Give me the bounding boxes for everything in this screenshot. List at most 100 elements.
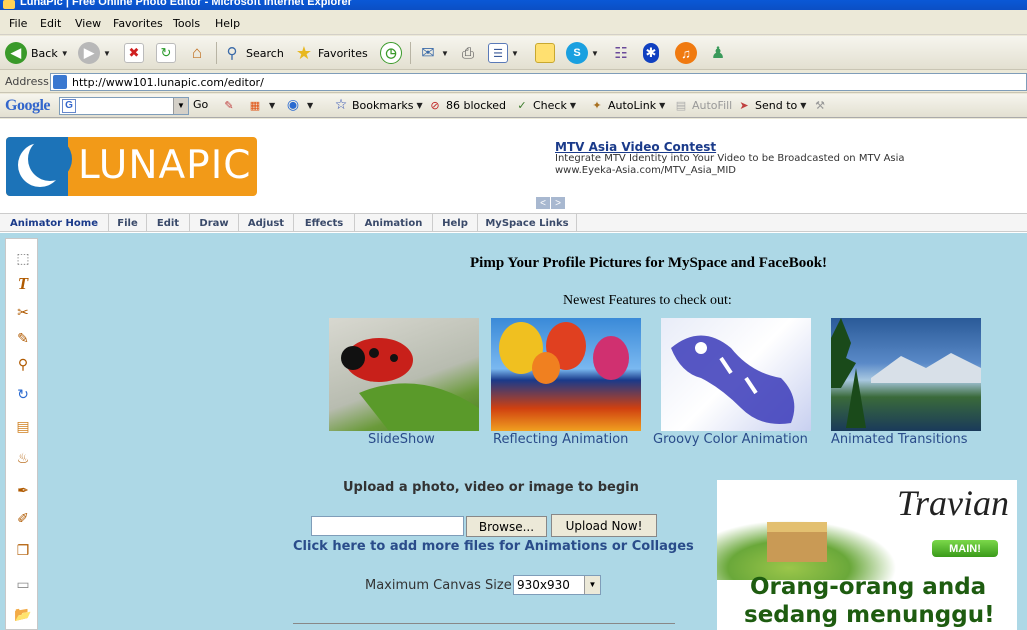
ad-next-icon[interactable]: >: [551, 197, 565, 209]
canvas-size-select[interactable]: 930x930 ▼: [513, 575, 601, 595]
brush-tool-icon[interactable]: ✐: [14, 509, 32, 527]
ad-title-link[interactable]: MTV Asia Video Contest: [555, 140, 716, 154]
ad-url[interactable]: www.Eyeka-Asia.com/MTV_Asia_MID: [555, 165, 736, 176]
file-path-input[interactable]: [311, 516, 464, 536]
reflecting-animation-thumbnail[interactable]: [491, 318, 641, 431]
media-button[interactable]: ♫: [675, 41, 697, 65]
forward-button[interactable]: ▶ ▼: [78, 41, 111, 65]
notes-button[interactable]: [535, 41, 555, 65]
eraser-tool-icon[interactable]: ▭: [14, 575, 32, 593]
stop-button[interactable]: ✖: [124, 41, 144, 65]
zoom-tool-icon[interactable]: ⚲: [14, 355, 32, 373]
search-button[interactable]: ⚲ Search: [222, 41, 284, 65]
chat-button[interactable]: ◉ ▼: [286, 97, 313, 113]
nav-draw[interactable]: Draw: [190, 214, 239, 232]
travian-main-button[interactable]: MAIN!: [932, 540, 998, 557]
google-search-input[interactable]: G ▼: [59, 97, 189, 115]
slideshow-thumbnail[interactable]: [329, 318, 479, 431]
refresh-icon: ↻: [156, 43, 176, 63]
skype-icon: S: [566, 42, 588, 64]
back-dropdown-icon[interactable]: ▼: [61, 49, 69, 58]
toolbar-separator: [410, 42, 411, 64]
autolink-dropdown-icon[interactable]: ▼: [659, 101, 665, 110]
nav-animation[interactable]: Animation: [355, 214, 433, 232]
add-more-files-link[interactable]: Click here to add more files for Animati…: [293, 539, 694, 554]
crop-tool-icon[interactable]: ▤: [14, 417, 32, 435]
bookmarks-button[interactable]: ☆ Bookmarks ▼: [334, 97, 423, 113]
home-button[interactable]: ⌂: [187, 41, 207, 65]
nav-help[interactable]: Help: [433, 214, 478, 232]
nav-effects[interactable]: Effects: [294, 214, 355, 232]
nav-animator-home[interactable]: Animator Home: [0, 214, 109, 232]
address-input[interactable]: http://www101.lunapic.com/editor/: [50, 73, 1027, 91]
autofill-button[interactable]: ▤ AutoFill: [674, 98, 732, 112]
menu-help[interactable]: Help: [215, 17, 240, 30]
forward-arrow-icon: ▶: [78, 42, 100, 64]
menu-edit[interactable]: Edit: [40, 17, 61, 30]
send-to-button[interactable]: ➤ Send to ▼: [737, 98, 806, 112]
edit-page-button[interactable]: ☰ ▼: [488, 41, 519, 65]
windows-button[interactable]: ▦ ▼: [248, 98, 275, 112]
autolink-button[interactable]: ✦ AutoLink ▼: [590, 98, 665, 112]
google-search-dropdown-icon[interactable]: ▼: [173, 98, 188, 114]
nav-edit[interactable]: Edit: [147, 214, 190, 232]
skype-dropdown-icon[interactable]: ▼: [591, 49, 599, 58]
travian-ad[interactable]: Travian MAIN! Orang-orang anda sedang me…: [717, 480, 1017, 630]
menu-file[interactable]: File: [9, 17, 27, 30]
canvas-size-dropdown-icon[interactable]: ▼: [584, 576, 600, 594]
slideshow-link[interactable]: SlideShow: [368, 432, 435, 447]
nav-file[interactable]: File: [109, 214, 147, 232]
news-button[interactable]: ✎: [222, 98, 240, 112]
address-url: http://www101.lunapic.com/editor/: [72, 76, 264, 89]
lunapic-logo[interactable]: LUNAPIC: [6, 137, 257, 196]
animated-transitions-link[interactable]: Animated Transitions: [831, 432, 968, 447]
edit-dropdown-icon[interactable]: ▼: [511, 49, 519, 58]
spell-check-button[interactable]: ✓ Check ▼: [515, 98, 576, 112]
ad-description: Integrate MTV Identity into Your Video t…: [555, 153, 905, 164]
wrench-icon: ⚒: [815, 98, 825, 112]
ad-prev-icon[interactable]: <: [536, 197, 550, 209]
menu-tools[interactable]: Tools: [173, 17, 200, 30]
groovy-color-animation-thumbnail[interactable]: [661, 318, 811, 431]
google-g-icon: G: [62, 99, 76, 113]
favorites-button[interactable]: ★ Favorites: [294, 41, 368, 65]
nav-myspace-links[interactable]: MySpace Links: [478, 214, 577, 232]
scissors-tool-icon[interactable]: ✂: [14, 303, 32, 321]
print-button[interactable]: ⎙: [458, 41, 478, 65]
mail-dropdown-icon[interactable]: ▼: [441, 49, 449, 58]
research-button[interactable]: ☷: [611, 41, 631, 65]
animated-transitions-thumbnail[interactable]: [831, 318, 981, 431]
bookmarks-dropdown-icon[interactable]: ▼: [416, 101, 422, 110]
menu-favorites[interactable]: Favorites: [113, 17, 163, 30]
messenger-button[interactable]: ♟: [708, 41, 728, 65]
reflecting-animation-link[interactable]: Reflecting Animation: [493, 432, 628, 447]
chat-dropdown-icon[interactable]: ▼: [307, 101, 313, 110]
back-button[interactable]: ◀ Back ▼: [5, 41, 69, 65]
text-tool-icon[interactable]: T: [14, 274, 32, 293]
send-to-dropdown-icon[interactable]: ▼: [800, 101, 806, 110]
check-dropdown-icon[interactable]: ▼: [570, 101, 576, 110]
rotate-tool-icon[interactable]: ↻: [14, 385, 32, 403]
google-settings-button[interactable]: ⚒: [813, 98, 831, 112]
upload-now-button[interactable]: Upload Now!: [551, 514, 657, 537]
paint-bucket-tool-icon[interactable]: ♨: [14, 449, 32, 467]
menu-view[interactable]: View: [75, 17, 101, 30]
select-tool-icon[interactable]: ⬚: [14, 249, 32, 267]
popup-blocker-button[interactable]: ⊘ 86 blocked: [428, 98, 506, 112]
groovy-color-animation-link[interactable]: Groovy Color Animation: [653, 432, 808, 447]
bluetooth-button[interactable]: ✱: [643, 41, 659, 65]
refresh-button[interactable]: ↻: [156, 41, 176, 65]
forward-dropdown-icon[interactable]: ▼: [103, 49, 111, 58]
windows-dropdown-icon[interactable]: ▼: [269, 101, 275, 110]
open-folder-tool-icon[interactable]: 📂: [14, 605, 32, 623]
skype-button[interactable]: S ▼: [566, 41, 599, 65]
pencil-tool-icon[interactable]: ✎: [14, 329, 32, 347]
browse-button[interactable]: Browse...: [466, 516, 547, 537]
eyedropper-tool-icon[interactable]: ✒: [14, 481, 32, 499]
google-go-button[interactable]: Go: [193, 98, 208, 111]
nav-adjust[interactable]: Adjust: [239, 214, 294, 232]
notes-icon: [535, 43, 555, 63]
mail-button[interactable]: ✉ ▼: [418, 41, 449, 65]
layers-tool-icon[interactable]: ❐: [14, 541, 32, 559]
history-button[interactable]: ◷: [380, 41, 402, 65]
